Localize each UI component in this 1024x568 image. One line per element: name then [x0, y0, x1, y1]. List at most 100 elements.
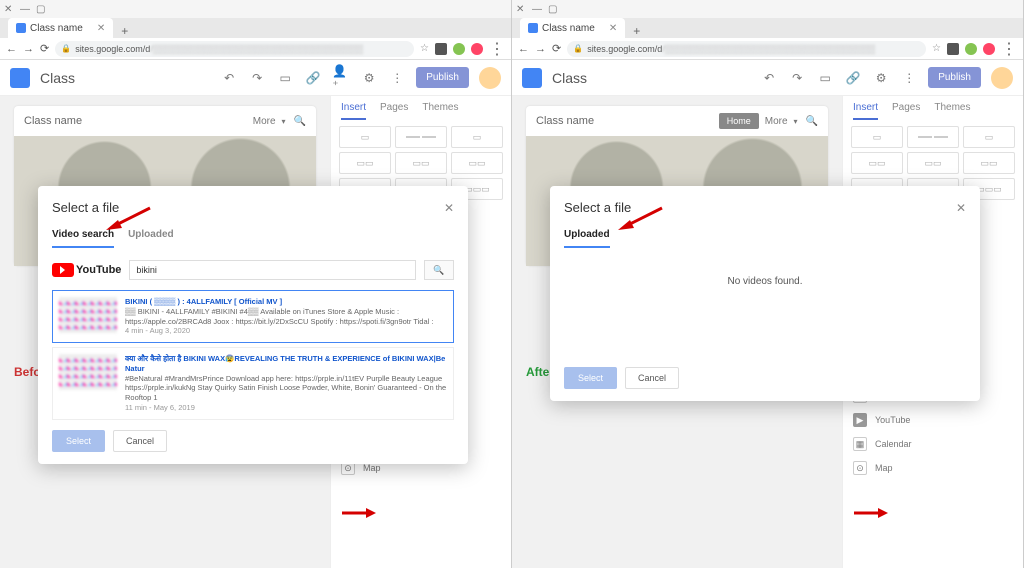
url-bar[interactable]: 🔒 sites.google.com/d /▒▒▒▒▒▒▒▒▒▒▒▒▒▒▒▒▒▒…	[567, 41, 926, 57]
nav-forward-icon[interactable]: →	[535, 43, 546, 55]
user-avatar[interactable]	[991, 67, 1013, 89]
menu-map[interactable]: ⊙Map	[851, 456, 1015, 480]
tab-pages[interactable]: Pages	[892, 102, 920, 120]
menu-calendar[interactable]: ▦Calendar	[851, 432, 1015, 456]
youtube-search-button[interactable]: 🔍	[424, 260, 454, 280]
tab-themes[interactable]: Themes	[422, 102, 458, 120]
nav-reload-icon[interactable]: ⟳	[552, 42, 561, 55]
tab-insert[interactable]: Insert	[341, 102, 366, 120]
tab-close-icon[interactable]: ✕	[97, 23, 105, 34]
more-dropdown[interactable]: More	[765, 116, 788, 127]
tab-pages[interactable]: Pages	[380, 102, 408, 120]
tab-close-icon[interactable]: ✕	[609, 23, 617, 34]
undo-icon[interactable]: ↶	[760, 69, 778, 87]
layout-option[interactable]	[395, 126, 447, 148]
layout-option[interactable]: ▭	[851, 126, 903, 148]
nav-back-icon[interactable]: ←	[518, 43, 529, 55]
share-icon[interactable]: 👤⁺	[332, 69, 350, 87]
url-bar[interactable]: 🔒 sites.google.com/d /▒▒▒▒▒▒▒▒▒▒▒▒▒▒▒▒▒▒…	[55, 41, 414, 57]
user-avatar[interactable]	[479, 67, 501, 89]
extension-icon[interactable]	[965, 43, 977, 55]
search-icon[interactable]: 🔍	[806, 116, 818, 127]
tab-insert[interactable]: Insert	[853, 102, 878, 120]
publish-button[interactable]: Publish	[416, 67, 469, 88]
youtube-search-input[interactable]	[129, 260, 416, 280]
extension-icon[interactable]	[471, 43, 483, 55]
document-name[interactable]: Class	[40, 70, 210, 86]
extension-icon[interactable]	[947, 43, 959, 55]
calendar-icon: ▦	[853, 437, 867, 451]
sidepanel-tabs: Insert Pages Themes	[843, 96, 1023, 120]
layout-option[interactable]: ▭▭	[907, 152, 959, 174]
window-min-icon[interactable]: —	[20, 4, 30, 14]
chevron-down-icon[interactable]: ▾	[282, 117, 286, 126]
sites-logo-icon[interactable]	[522, 68, 542, 88]
layout-option[interactable]: ▭▭	[851, 152, 903, 174]
nav-reload-icon[interactable]: ⟳	[40, 42, 49, 55]
search-result[interactable]: क्या और कैसे होता है BIKINI WAX😰REVEALIN…	[52, 347, 454, 420]
window-close-icon[interactable]: ✕	[516, 4, 526, 14]
browser-tab[interactable]: Class name ✕	[8, 18, 113, 38]
dialog-footer: Select Cancel	[564, 367, 966, 389]
browser-toolbar: ← → ⟳ 🔒 sites.google.com/d /▒▒▒▒▒▒▒▒▒▒▒▒…	[512, 38, 1023, 60]
document-name[interactable]: Class	[552, 70, 750, 86]
extension-icon[interactable]	[983, 43, 995, 55]
layout-option[interactable]: ▭▭	[451, 152, 503, 174]
layout-option[interactable]: ▭	[963, 126, 1015, 148]
layout-option[interactable]	[907, 126, 959, 148]
cancel-button[interactable]: Cancel	[113, 430, 167, 452]
page-title[interactable]: Class name	[24, 115, 253, 127]
publish-button[interactable]: Publish	[928, 67, 981, 88]
link-icon[interactable]: 🔗	[304, 69, 322, 87]
menu-youtube[interactable]: ▶YouTube	[851, 408, 1015, 432]
search-results: BIKINI ( ▒▒▒▒ ) : 4ALLFAMILY [ Official …	[52, 290, 454, 420]
extension-icon[interactable]	[453, 43, 465, 55]
sites-logo-icon[interactable]	[10, 68, 30, 88]
cancel-button[interactable]: Cancel	[625, 367, 679, 389]
browser-menu-icon[interactable]: ⋮	[1001, 39, 1017, 59]
preview-icon[interactable]: ▭	[816, 69, 834, 87]
new-tab-button[interactable]: +	[633, 24, 640, 38]
home-button[interactable]: Home	[719, 113, 759, 129]
nav-forward-icon[interactable]: →	[23, 43, 34, 55]
layout-option[interactable]: ▭	[339, 126, 391, 148]
chevron-down-icon[interactable]: ▾	[794, 117, 798, 126]
layout-option[interactable]: ▭▭	[963, 152, 1015, 174]
preview-icon[interactable]: ▭	[276, 69, 294, 87]
tab-themes[interactable]: Themes	[934, 102, 970, 120]
select-button[interactable]: Select	[52, 430, 105, 452]
undo-icon[interactable]: ↶	[220, 69, 238, 87]
dialog-close-icon[interactable]: ✕	[444, 201, 454, 215]
more-menu-icon[interactable]: ⋮	[900, 69, 918, 87]
redo-icon[interactable]: ↷	[248, 69, 266, 87]
browser-tab[interactable]: Class name ✕	[520, 18, 625, 38]
search-result[interactable]: BIKINI ( ▒▒▒▒ ) : 4ALLFAMILY [ Official …	[52, 290, 454, 343]
more-menu-icon[interactable]: ⋮	[388, 69, 406, 87]
layout-option[interactable]: ▭▭	[395, 152, 447, 174]
lock-icon: 🔒	[61, 44, 71, 53]
browser-menu-icon[interactable]: ⋮	[489, 39, 505, 59]
extension-icon[interactable]	[435, 43, 447, 55]
select-button[interactable]: Select	[564, 367, 617, 389]
more-dropdown[interactable]: More	[253, 116, 276, 127]
window-close-icon[interactable]: ✕	[4, 4, 14, 14]
tab-uploaded[interactable]: Uploaded	[564, 223, 610, 248]
new-tab-button[interactable]: +	[121, 24, 128, 38]
search-icon[interactable]: 🔍	[294, 116, 306, 127]
layout-option[interactable]: ▭▭	[339, 152, 391, 174]
page-title[interactable]: Class name	[536, 115, 719, 127]
layout-option[interactable]: ▭	[451, 126, 503, 148]
nav-back-icon[interactable]: ←	[6, 43, 17, 55]
sites-appbar: Class ↶ ↷ ▭ 🔗 ⚙ ⋮ Publish	[512, 60, 1023, 96]
window-max-icon[interactable]: ▢	[548, 4, 558, 14]
bookmark-star-icon[interactable]: ☆	[420, 43, 429, 54]
dialog-close-icon[interactable]: ✕	[956, 201, 966, 215]
bookmark-star-icon[interactable]: ☆	[932, 43, 941, 54]
window-min-icon[interactable]: —	[532, 4, 542, 14]
settings-icon[interactable]: ⚙	[872, 69, 890, 87]
link-icon[interactable]: 🔗	[844, 69, 862, 87]
no-videos-message: No videos found.	[564, 276, 966, 287]
window-max-icon[interactable]: ▢	[36, 4, 46, 14]
redo-icon[interactable]: ↷	[788, 69, 806, 87]
settings-icon[interactable]: ⚙	[360, 69, 378, 87]
